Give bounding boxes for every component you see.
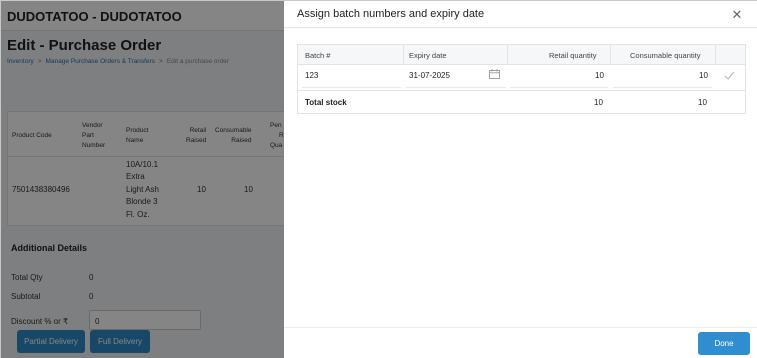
col-consumable-header: Consumable quantity — [630, 51, 701, 60]
col-expiry-header: Expiry date — [409, 51, 447, 60]
batch-table: Batch # Expiry date Retail quantity Cons… — [297, 44, 746, 114]
consumable-quantity-input[interactable]: 10 — [699, 71, 708, 80]
column-divider — [507, 45, 508, 65]
total-consumable-value: 10 — [698, 98, 707, 107]
column-divider — [715, 45, 716, 65]
calendar-icon[interactable] — [489, 69, 500, 79]
consumable-input-underline — [613, 87, 712, 88]
retail-quantity-input[interactable]: 10 — [595, 71, 604, 80]
drawer-header-divider — [284, 27, 757, 28]
done-button[interactable]: Done — [698, 332, 750, 355]
row-divider — [298, 90, 745, 91]
modal-backdrop[interactable] — [1, 1, 284, 358]
batch-input-underline — [302, 87, 401, 88]
close-icon[interactable]: ✕ — [730, 8, 744, 22]
check-icon[interactable] — [724, 71, 735, 80]
total-stock-label: Total stock — [305, 98, 347, 107]
batch-expiry-drawer: Assign batch numbers and expiry date ✕ B… — [284, 1, 757, 358]
batch-table-header: Batch # Expiry date Retail quantity Cons… — [298, 45, 745, 65]
drawer-title: Assign batch numbers and expiry date — [297, 8, 485, 20]
drawer-footer-divider — [284, 327, 757, 328]
column-divider — [610, 45, 611, 65]
batch-number-input[interactable]: 123 — [305, 71, 318, 80]
expiry-input-underline — [406, 87, 506, 88]
column-divider — [403, 45, 404, 65]
total-retail-value: 10 — [594, 98, 603, 107]
col-batch-header: Batch # — [305, 51, 331, 60]
col-retail-header: Retail quantity — [549, 51, 597, 60]
retail-input-underline — [510, 87, 608, 88]
expiry-date-input[interactable]: 31-07-2025 — [409, 71, 450, 80]
